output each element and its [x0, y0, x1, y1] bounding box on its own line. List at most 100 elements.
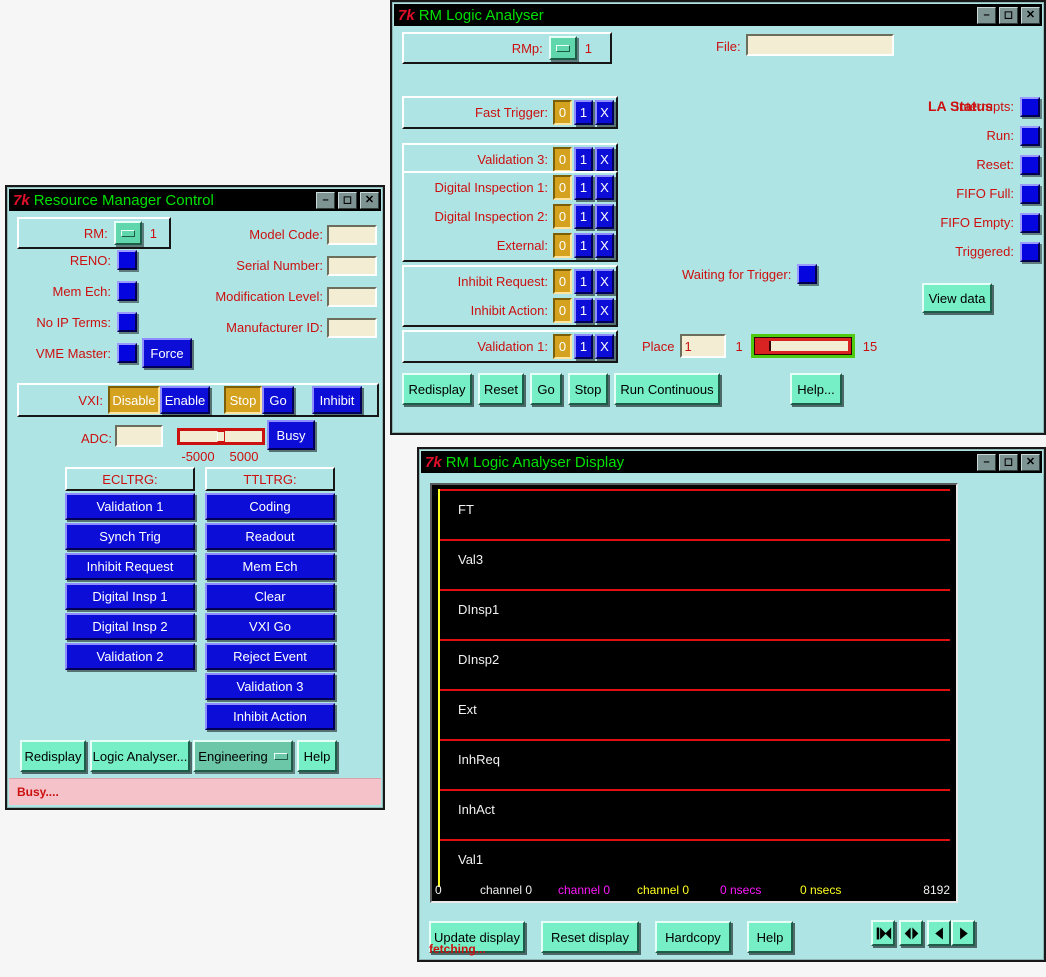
trigger-1-button[interactable]: 1	[574, 147, 593, 172]
model-code-input[interactable]	[327, 225, 377, 245]
trigger-0-button[interactable]: 0	[553, 233, 572, 258]
serial-number-input[interactable]	[327, 256, 377, 276]
vxi-label: VXI:	[19, 393, 108, 408]
ecltrg-button[interactable]: Digital Insp 1	[65, 583, 195, 610]
ecltrg-button[interactable]: Validation 1	[65, 493, 195, 520]
trigger-x-button[interactable]: X	[595, 175, 614, 200]
adc-input[interactable]	[115, 425, 163, 447]
trigger-0-button[interactable]: 0	[553, 269, 572, 294]
help-button[interactable]: Help...	[790, 373, 842, 405]
flag-row: No IP Terms:	[17, 310, 137, 334]
trigger-0-button[interactable]: 0	[553, 334, 572, 359]
ttltrg-button[interactable]: Inhibit Action	[205, 703, 335, 730]
trigger-0-button[interactable]: 0	[553, 204, 572, 229]
trigger-group: Validation 1: 0 1 X	[402, 330, 618, 363]
trigger-1-button[interactable]: 1	[574, 298, 593, 323]
force-button[interactable]: Force	[142, 338, 192, 368]
maximize-button[interactable]: ◻	[999, 7, 1018, 24]
trigger-x-button[interactable]: X	[595, 100, 614, 125]
trigger-row: Inhibit Action: 0 1 X	[404, 296, 616, 325]
trigger-x-button[interactable]: X	[595, 334, 614, 359]
close-button[interactable]: ✕	[1021, 7, 1040, 24]
vxi-enable-button[interactable]: Enable	[160, 386, 210, 414]
run-continuous-button[interactable]: Run Continuous	[614, 373, 720, 405]
trigger-1-button[interactable]: 1	[574, 334, 593, 359]
trigger-0-button[interactable]: 0	[553, 100, 572, 125]
option-dash-icon	[121, 230, 135, 237]
redisplay-button[interactable]: Redisplay	[20, 740, 86, 772]
ttltrg-button[interactable]: Coding	[205, 493, 335, 520]
info-label: Model Code:	[249, 227, 323, 242]
trace-display[interactable]: FT Val3 DInsp1 DInsp2 Ext InhReq InhAct …	[430, 483, 958, 903]
stop-button[interactable]: Stop	[568, 373, 608, 405]
trigger-1-button[interactable]: 1	[574, 204, 593, 229]
rm-option-menu[interactable]	[114, 221, 142, 245]
manufacturer-id-input[interactable]	[327, 318, 377, 338]
rmp-option-menu[interactable]	[549, 36, 577, 60]
minimize-button[interactable]: –	[977, 454, 996, 471]
view-data-button[interactable]: View data	[922, 283, 992, 313]
help-button[interactable]: Help	[297, 740, 337, 772]
expand-view-button[interactable]	[899, 920, 923, 946]
ttltrg-button[interactable]: Validation 3	[205, 673, 335, 700]
vxi-stop-button[interactable]: Stop	[224, 386, 262, 414]
redisplay-button[interactable]: Redisplay	[402, 373, 472, 405]
trigger-x-button[interactable]: X	[595, 298, 614, 323]
trigger-x-button[interactable]: X	[595, 147, 614, 172]
trigger-0-button[interactable]: 0	[553, 298, 572, 323]
trigger-0-button[interactable]: 0	[553, 175, 572, 200]
reset-button[interactable]: Reset	[478, 373, 524, 405]
rm-titlebar[interactable]: 7k Resource Manager Control – ◻ ✕	[9, 189, 381, 211]
ecltrg-button[interactable]: Digital Insp 2	[65, 613, 195, 640]
modification-level-input[interactable]	[327, 287, 377, 307]
trigger-x-button[interactable]: X	[595, 204, 614, 229]
flag-row: VME Master:	[17, 341, 137, 365]
hardcopy-button[interactable]: Hardcopy	[655, 921, 731, 953]
ecltrg-button[interactable]: Inhibit Request	[65, 553, 195, 580]
vxi-go-button[interactable]: Go	[262, 386, 294, 414]
trigger-1-button[interactable]: 1	[574, 269, 593, 294]
place-slider-thumb[interactable]	[758, 341, 771, 351]
go-button[interactable]: Go	[530, 373, 562, 405]
trigger-1-button[interactable]: 1	[574, 175, 593, 200]
skip-to-start-button[interactable]	[871, 920, 895, 946]
trigger-x-button[interactable]: X	[595, 269, 614, 294]
vxi-disable-button[interactable]: Disable	[108, 386, 160, 414]
ttltrg-button[interactable]: Clear	[205, 583, 335, 610]
adc-slider-thumb[interactable]	[217, 431, 225, 442]
trigger-x-button[interactable]: X	[595, 233, 614, 258]
maximize-button[interactable]: ◻	[999, 454, 1018, 471]
cursor-line	[438, 489, 440, 887]
reset-display-button[interactable]: Reset display	[541, 921, 639, 953]
place-slider[interactable]	[751, 334, 855, 358]
logic-analyser-button[interactable]: Logic Analyser...	[90, 740, 190, 772]
trigger-1-button[interactable]: 1	[574, 100, 593, 125]
close-button[interactable]: ✕	[360, 192, 379, 209]
ttltrg-button[interactable]: Readout	[205, 523, 335, 550]
ecltrg-button[interactable]: Synch Trig	[65, 523, 195, 550]
file-input[interactable]	[746, 34, 894, 56]
place-input[interactable]: 1	[680, 334, 726, 358]
engineering-option-menu[interactable]: Engineering	[193, 740, 293, 772]
ecltrg-button[interactable]: Validation 2	[65, 643, 195, 670]
status-item: Interrupts:	[814, 92, 1040, 121]
trigger-1-button[interactable]: 1	[574, 233, 593, 258]
ttltrg-button[interactable]: Reject Event	[205, 643, 335, 670]
close-button[interactable]: ✕	[1021, 454, 1040, 471]
help-button[interactable]: Help	[747, 921, 793, 953]
maximize-button[interactable]: ◻	[338, 192, 357, 209]
display-titlebar[interactable]: 7k RM Logic Analyser Display – ◻ ✕	[421, 451, 1042, 473]
minimize-button[interactable]: –	[977, 7, 996, 24]
minimize-button[interactable]: –	[316, 192, 335, 209]
ttltrg-button[interactable]: Mem Ech	[205, 553, 335, 580]
adc-slider[interactable]	[177, 428, 265, 445]
vxi-inhibit-button[interactable]: Inhibit	[312, 386, 362, 414]
ttltrg-button[interactable]: VXI Go	[205, 613, 335, 640]
scroll-right-button[interactable]	[951, 920, 975, 946]
la-titlebar[interactable]: 7k RM Logic Analyser – ◻ ✕	[394, 4, 1042, 26]
time-readout: 0 nsecs	[800, 883, 841, 897]
channel-label: InhReq	[458, 752, 500, 767]
trigger-0-button[interactable]: 0	[553, 147, 572, 172]
busy-button[interactable]: Busy	[267, 420, 315, 450]
scroll-left-button[interactable]	[927, 920, 951, 946]
